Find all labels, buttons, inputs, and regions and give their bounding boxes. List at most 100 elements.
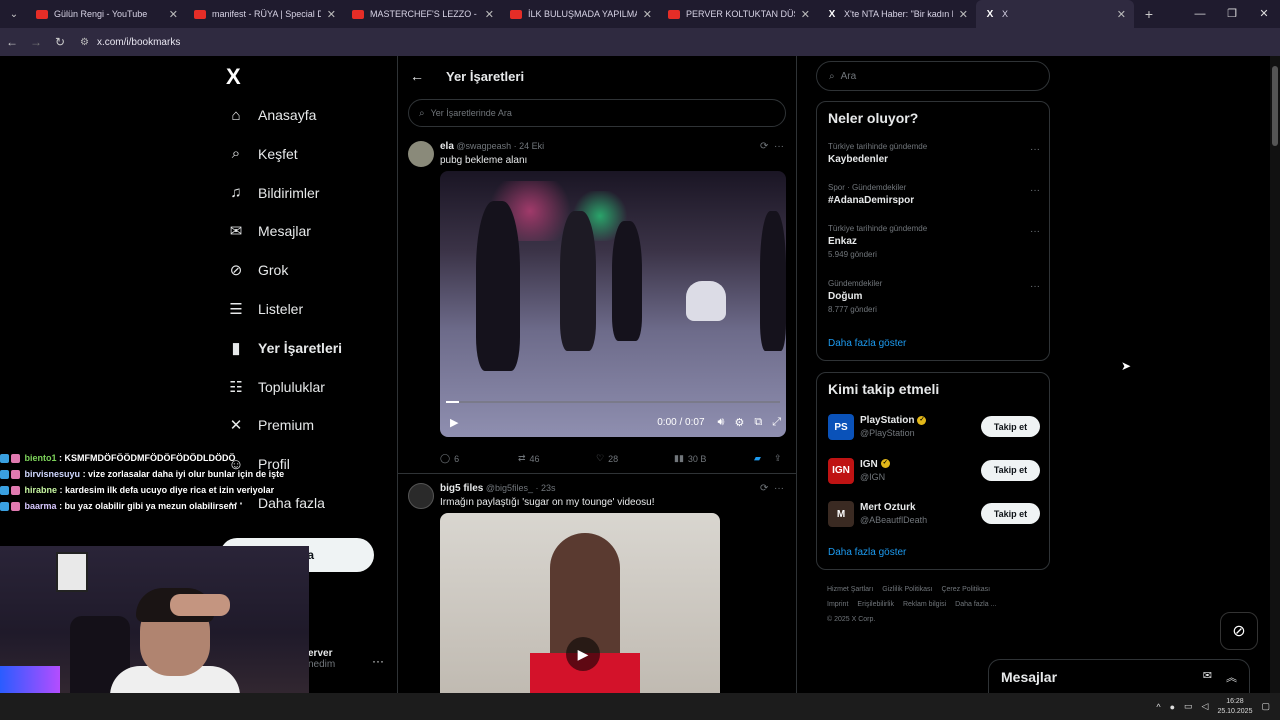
nav-item-search[interactable]: ⌕ Keşfet [226,140,298,168]
back-arrow-icon[interactable]: ← [0,35,24,49]
chevron-up-icon[interactable]: ^ [1156,702,1160,712]
like-button[interactable]: ♡ 28 [596,453,674,464]
bookmarks-search-input[interactable]: ⌕ Yer İşaretlerinde Ara [408,99,786,127]
account-name[interactable]: PlayStation ✓ [860,415,927,426]
more-dots-icon[interactable]: ··· [1030,281,1040,292]
grok-icon[interactable]: ⊘ [1220,612,1258,650]
nav-item-x-premium[interactable]: ✕ Premium [226,411,314,439]
grok-icon[interactable]: ⟳ [760,483,768,494]
author-name[interactable]: ela [440,141,454,152]
trend-item[interactable]: Spor · Gündemdekiler #AdanaDemirspor ··· [828,183,1040,206]
close-icon[interactable]: ✕ [959,8,968,21]
scrollbar-thumb[interactable] [1272,66,1278,146]
reply-button[interactable]: ◯ 6 [440,453,518,464]
messages-drawer[interactable]: Mesajlar ✉ ︽ [988,659,1250,693]
footer-link[interactable]: Gizlilik Politikası [882,586,932,593]
clock[interactable]: 16:28 25.10.2025 [1217,697,1252,717]
avatar[interactable]: M [828,501,854,527]
close-icon[interactable]: ✕ [169,8,178,21]
account-switcher[interactable]: erver nedim ··· [308,648,384,670]
follow-suggestion[interactable]: M Mert Ozturk @ABeautflDeath Takip et [828,499,1040,529]
forward-arrow-icon[interactable]: → [24,35,48,49]
avatar[interactable]: PS [828,414,854,440]
share-icon[interactable]: ⇪ [774,453,782,464]
avatar[interactable] [408,483,434,509]
avatar[interactable] [408,141,434,167]
nav-item-mail[interactable]: ✉ Mesajlar [226,217,311,245]
new-tab-button[interactable]: + [1134,6,1164,22]
author-handle[interactable]: @swagpeash [456,141,511,151]
nav-item-bookmark[interactable]: ▮ Yer İşaretleri [226,334,342,362]
grok-icon[interactable]: ⟳ [760,141,768,152]
follow-suggestion[interactable]: PS PlayStation ✓ @PlayStation Takip et [828,412,1040,442]
nav-item-list[interactable]: ☰ Listeler [226,295,303,323]
microphone-icon[interactable]: ● [1170,702,1175,712]
tweet[interactable]: big5 files @big5files_ · 23s ⟳ ··· Irmağ… [398,483,796,693]
more-dots-icon[interactable]: ··· [1030,185,1040,196]
tweet-time[interactable]: 23s [541,483,556,493]
browser-tab[interactable]: Gülün Rengi - YouTube ✕ [28,0,186,28]
more-dots-icon[interactable]: ··· [774,483,784,494]
show-more-link[interactable]: Daha fazla göster [828,547,906,558]
volume-icon[interactable]: ◁ [1202,701,1209,712]
nav-item-grok[interactable]: ⊘ Grok [226,256,289,284]
author-handle[interactable]: @big5files_ [486,483,533,493]
footer-link[interactable]: Imprint [827,601,848,608]
search-input[interactable]: ⌕ Ara [816,61,1050,91]
network-icon[interactable]: ▭ [1184,701,1193,712]
account-name[interactable]: Mert Ozturk [860,502,916,513]
close-icon[interactable]: ✕ [327,8,336,21]
close-icon[interactable]: ✕ [801,8,810,21]
notification-icon[interactable]: ▢ [1261,701,1270,712]
author-name[interactable]: big5 files [440,483,483,494]
nav-item-home[interactable]: ⌂ Anasayfa [226,101,316,129]
tweet[interactable]: ela @swagpeash · 24 Eki ⟳ ··· pubg bekle… [398,141,796,471]
show-more-link[interactable]: Daha fazla göster [828,338,906,349]
follow-button[interactable]: Takip et [981,416,1040,437]
more-dots-icon[interactable]: ··· [1030,226,1040,237]
browser-tab[interactable]: MASTERCHEF'S LEZZO - YouTu ✕ [344,0,502,28]
browser-tab[interactable]: PERVER KOLTUKTAN DÜŞÜYOR ✕ [660,0,818,28]
video-progress-bar[interactable] [446,401,780,403]
chevron-up-icon[interactable]: ︽ [1226,669,1237,685]
fullscreen-icon[interactable]: ⤢ [772,416,781,429]
account-name[interactable]: IGN ✓ [860,459,890,470]
video-player[interactable]: ▶ 0:00 / 0:07 🔊︎ ⚙ ⧉ ⤢ [440,171,786,437]
close-icon[interactable]: ✕ [643,8,652,21]
video-player[interactable]: ▶ [440,513,720,693]
browser-tab[interactable]: manifest - RÜYA | Special Danc ✕ [186,0,344,28]
trend-item[interactable]: Türkiye tarihinde gündemde Enkaz 5.949 gön… [828,224,1040,259]
footer-link[interactable]: Erişilebilirlik [857,601,894,608]
follow-button[interactable]: Takip et [981,503,1040,524]
nav-item-bell[interactable]: ♫ Bildirimler [226,179,319,207]
follow-button[interactable]: Takip et [981,459,1040,481]
browser-tab[interactable]: X X ✕ [976,0,1134,28]
more-dots-icon[interactable]: ··· [372,654,384,668]
follow-suggestion[interactable]: IGN IGN ✓ @IGN Takip et [828,456,1040,486]
volume-icon[interactable]: 🔊︎ [718,416,725,429]
browser-tab[interactable]: X X'te NTA Haber: "Bir kadın kap ✕ [818,0,976,28]
site-info-icon[interactable]: ⚙ [80,37,89,48]
nav-item-community[interactable]: ☷ Topluluklar [226,373,325,401]
new-message-icon[interactable]: ✉ [1203,669,1212,685]
trend-item[interactable]: Gündemdekiler Doğum 8.777 gönderi ··· [828,279,1040,314]
footer-link[interactable]: Daha fazla ... [955,601,996,608]
play-icon[interactable]: ▶ [450,416,458,429]
close-icon[interactable]: ✕ [1117,8,1126,21]
play-icon[interactable]: ▶ [566,637,600,671]
maximize-button[interactable]: ❐ [1216,0,1248,28]
more-dots-icon[interactable]: ··· [774,141,784,152]
pip-icon[interactable]: ⧉ [754,416,762,429]
retweet-button[interactable]: ⇄ 46 [518,453,596,464]
bookmark-icon[interactable]: ▰ [754,453,774,464]
x-logo[interactable]: X [226,64,241,90]
tweet-time[interactable]: 24 Eki [519,141,544,151]
scrollbar[interactable] [1270,56,1280,693]
trend-item[interactable]: Türkiye tarihinde gündemde Kaybedenler ··· [828,142,1040,165]
browser-tab[interactable]: İLK BULUŞMADA YAPILMAMAS ✕ [502,0,660,28]
views-button[interactable]: ▮▮ 30 B [674,453,754,464]
reload-icon[interactable]: ↻ [48,35,72,49]
tab-search-button[interactable]: ⌄ [0,0,28,28]
close-window-button[interactable]: ✕ [1248,0,1280,28]
footer-link[interactable]: Çerez Politikası [941,586,990,593]
